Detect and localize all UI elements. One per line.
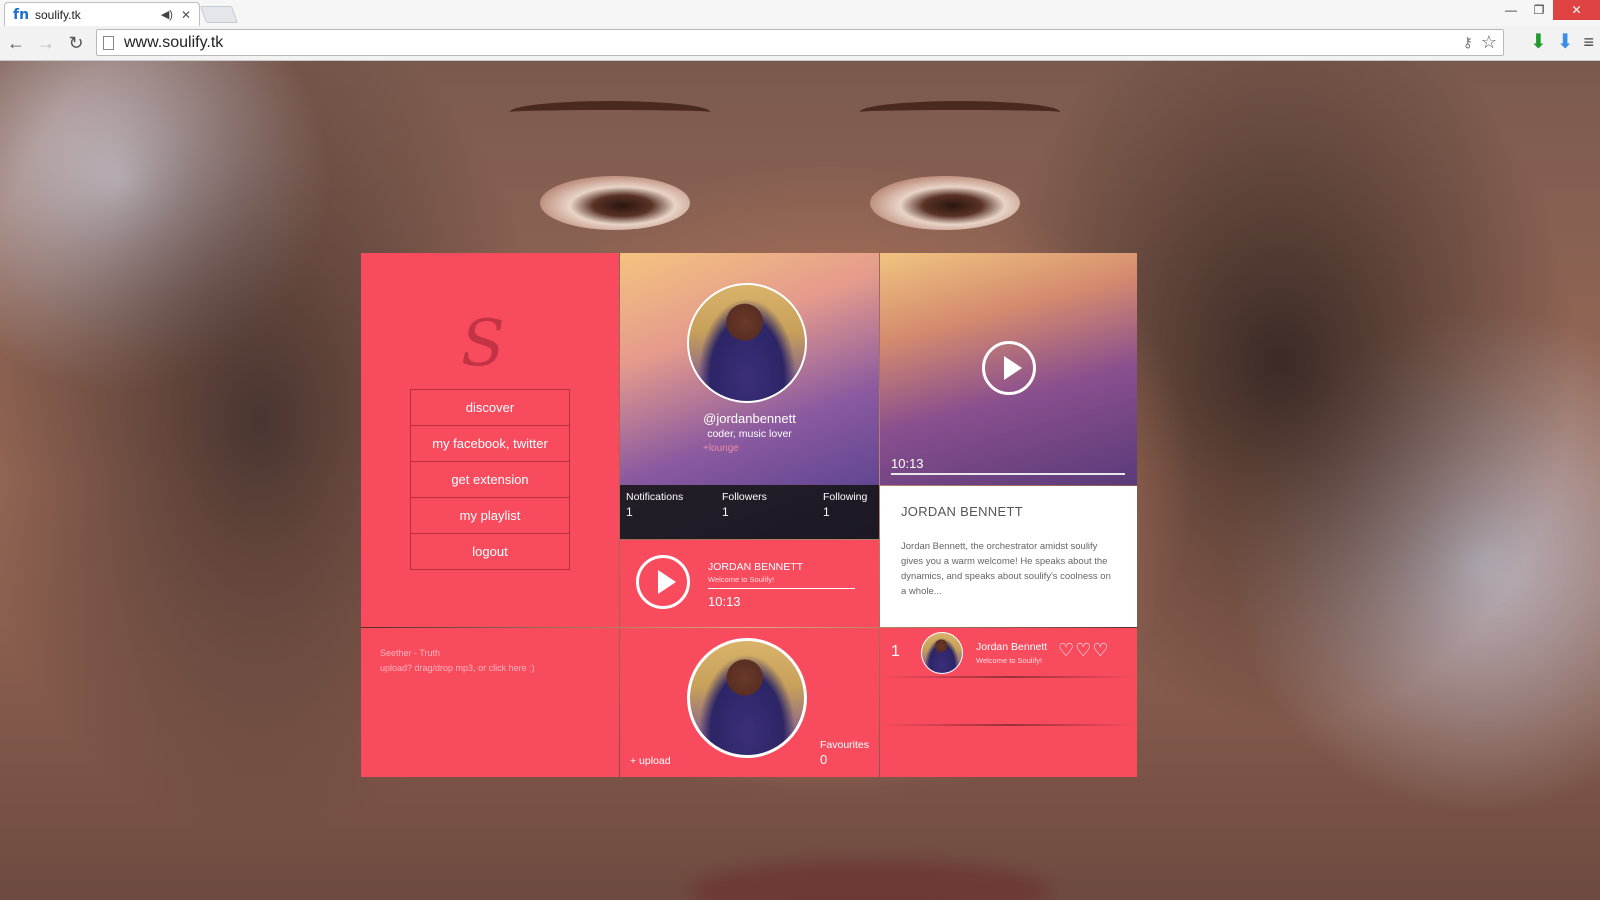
key-icon[interactable]: ⚷: [1463, 34, 1473, 51]
list-rank: 1: [891, 643, 900, 660]
favourites-avatar[interactable]: [687, 638, 807, 758]
stat-value: 1: [823, 505, 830, 519]
profile-avatar[interactable]: [687, 283, 807, 403]
list-avatar: [921, 632, 963, 674]
soulify-logo[interactable]: S: [461, 307, 505, 381]
tile-grid: S discover my facebook, twitter get exte…: [361, 253, 1137, 777]
profile-tile: @jordanbennett coder, music lover +loung…: [620, 253, 879, 539]
menu-tile: S discover my facebook, twitter get exte…: [361, 253, 619, 627]
upload-tile[interactable]: Seether - Truth upload? drag/drop mp3, o…: [361, 628, 619, 777]
url-text[interactable]: www.soulify.tk: [124, 34, 1463, 52]
player-progress-line[interactable]: [708, 588, 855, 589]
tab-title: soulify.tk: [35, 7, 81, 22]
download-blue-icon[interactable]: ⬇: [1557, 31, 1574, 53]
profile-bio: coder, music lover: [707, 428, 792, 440]
list-divider: [880, 724, 1137, 726]
description-body: Jordan Bennett, the orchestrator amidst …: [901, 541, 1111, 597]
favourites-tile: + upload Favourites 0: [620, 628, 879, 777]
list-divider: [880, 676, 1137, 678]
background-photo-brow-left: [510, 101, 710, 123]
main-menu: discover my facebook, twitter get extens…: [410, 389, 570, 570]
player-play-icon[interactable]: [636, 555, 690, 609]
window-controls: — ❐ ✕: [1497, 0, 1600, 22]
upload-track-name: Seether - Truth: [380, 648, 441, 658]
browser-tab[interactable]: fn soulify.tk ◀) ✕: [4, 2, 200, 26]
favourites-count: 0: [820, 752, 828, 767]
stat-followers[interactable]: Followers 1: [722, 491, 767, 519]
background-photo-eye-right: [870, 176, 1020, 230]
profile-handle[interactable]: @jordanbennett: [620, 411, 879, 426]
speaker-icon[interactable]: ◀): [161, 8, 173, 21]
menu-icon[interactable]: ≡: [1583, 31, 1594, 53]
rating-hearts: ♡ ♡ ♡: [1058, 642, 1108, 660]
tab-strip: fn soulify.tk ◀) ✕ — ❐ ✕: [0, 0, 1600, 26]
bookmark-star-icon[interactable]: ☆: [1481, 32, 1497, 53]
stat-label: Following: [823, 491, 868, 503]
favourites-label: Favourites: [820, 739, 870, 751]
menu-item-logout[interactable]: logout: [410, 533, 570, 570]
heart-icon[interactable]: ♡: [1092, 642, 1108, 660]
reload-button[interactable]: ↻: [62, 29, 90, 57]
forward-button[interactable]: →: [32, 29, 60, 57]
lounge-link[interactable]: +lounge: [703, 443, 739, 454]
video-time: 10:13: [891, 456, 924, 471]
background-photo-eye-left: [540, 176, 690, 230]
menu-item-playlist[interactable]: my playlist: [410, 497, 570, 534]
video-tile: 10:13: [880, 253, 1137, 485]
new-tab-button[interactable]: [199, 6, 239, 23]
player-subtitle: Welcome to Soulify!: [708, 575, 775, 584]
list-name: Jordan Bennett: [976, 641, 1048, 653]
menu-item-social[interactable]: my facebook, twitter: [410, 425, 570, 462]
minimize-button[interactable]: —: [1497, 0, 1525, 20]
heart-icon[interactable]: ♡: [1058, 642, 1074, 660]
video-progress-bar[interactable]: [891, 473, 1125, 475]
video-play-icon[interactable]: [982, 341, 1036, 395]
player-time: 10:13: [708, 594, 741, 609]
background-photo-lips: [690, 861, 1050, 900]
favicon-icon: fn: [13, 6, 30, 23]
stat-value: 1: [722, 505, 729, 519]
close-tab-icon[interactable]: ✕: [181, 8, 191, 22]
list-subtitle: Welcome to Soulify!: [976, 656, 1043, 665]
upload-link[interactable]: + upload: [630, 755, 671, 767]
player-artist: JORDAN BENNETT: [708, 561, 804, 573]
upload-hint[interactable]: upload? drag/drop mp3, or click here :): [380, 663, 535, 673]
back-button[interactable]: ←: [2, 29, 30, 57]
close-window-button[interactable]: ✕: [1553, 0, 1600, 20]
player-tile: JORDAN BENNETT Welcome to Soulify! 10:13: [620, 540, 879, 627]
address-bar[interactable]: www.soulify.tk ⚷ ☆: [96, 29, 1504, 56]
browser-chrome: fn soulify.tk ◀) ✕ — ❐ ✕ ← → ↻ www.souli…: [0, 0, 1600, 61]
stat-notifications[interactable]: Notifications 1: [626, 491, 683, 519]
heart-icon[interactable]: ♡: [1075, 642, 1091, 660]
stat-label: Followers: [722, 491, 767, 503]
description-title: JORDAN BENNETT: [901, 504, 1023, 519]
restore-button[interactable]: ❐: [1525, 0, 1553, 20]
description-tile: JORDAN BENNETT Jordan Bennett, the orche…: [880, 486, 1137, 627]
extension-icons: ⬇ ⬇ ≡: [1530, 31, 1594, 53]
menu-item-discover[interactable]: discover: [410, 389, 570, 426]
browser-toolbar: ← → ↻ www.soulify.tk ⚷ ☆ ⬇ ⬇ ≡: [0, 26, 1600, 60]
stat-value: 1: [626, 505, 633, 519]
ranking-list-tile: 1 Jordan Bennett Welcome to Soulify! ♡ ♡…: [880, 628, 1137, 777]
stat-label: Notifications: [626, 491, 684, 503]
profile-stats: Notifications 1 Followers 1 Following 1: [620, 485, 879, 539]
list-item[interactable]: 1 Jordan Bennett Welcome to Soulify! ♡ ♡…: [880, 628, 1137, 676]
download-green-icon[interactable]: ⬇: [1530, 31, 1547, 53]
menu-item-extension[interactable]: get extension: [410, 461, 570, 498]
stat-following[interactable]: Following 1: [823, 491, 867, 519]
page-icon: [103, 35, 114, 50]
background-photo-brow-right: [860, 101, 1060, 123]
